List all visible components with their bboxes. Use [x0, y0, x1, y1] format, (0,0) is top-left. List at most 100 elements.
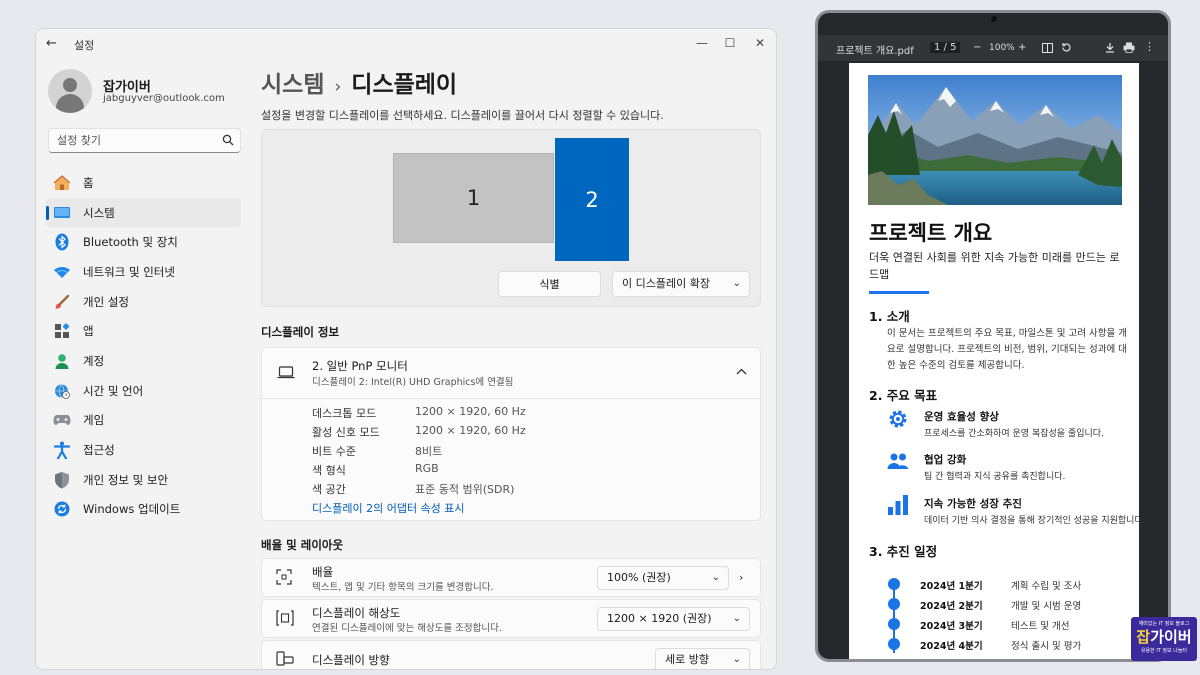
avatar[interactable] — [48, 69, 92, 113]
scale-description: 텍스트, 앱 및 기타 항목의 크기를 변경합니다. — [312, 582, 494, 593]
monitor-name: 2. 일반 PnP 모니터 — [312, 359, 408, 373]
chevron-down-icon: ⌄ — [711, 572, 720, 583]
logo-tagline-top: 재미있는 IT 정보 블로그 — [1138, 621, 1190, 627]
sidebar-item-system[interactable]: 시스템 — [46, 197, 241, 228]
camera-dot — [991, 16, 997, 22]
arrangement-description: 설정을 변경할 디스플레이를 선택하세요. 디스플레이를 끌어서 다시 정렬할 … — [261, 109, 664, 122]
sidebar-item-label: 게임 — [83, 413, 105, 428]
section-2-heading: 2. 주요 목표 — [869, 388, 938, 403]
sidebar-item-accessibility[interactable]: 접근성 — [46, 435, 241, 465]
scale-dropdown[interactable]: 100% (권장) ⌄ — [597, 566, 729, 590]
scale-row[interactable]: 배율 텍스트, 앱 및 기타 항목의 크기를 변경합니다. 100% (권장) … — [261, 558, 761, 597]
monitor-1-tile[interactable]: 1 — [393, 153, 554, 243]
sidebar-item-apps[interactable]: 앱 — [46, 316, 241, 346]
settings-window: ← 설정 — ☐ ✕ 잡가이버 jabguyver@outlook.com 홈 … — [35, 28, 777, 670]
resolution-icon — [276, 610, 294, 626]
mountain-lake-photo — [868, 75, 1122, 205]
zoom-out-button[interactable]: − — [973, 42, 981, 53]
orientation-row: 디스플레이 방향 세로 방향 ⌄ — [261, 640, 761, 669]
sidebar-item-label: 개인 설정 — [83, 294, 129, 309]
pdf-page: 프로젝트 개요 더욱 연결된 사회를 위한 지속 가능한 미래를 만드는 로드맵… — [849, 63, 1146, 659]
sidebar-item-home[interactable]: 홈 — [46, 168, 241, 198]
timeline-dot — [888, 598, 900, 610]
goal-description: 팀 간 협력과 지식 공유를 촉진합니다. — [924, 472, 1066, 482]
orientation-icon — [276, 651, 294, 666]
pdf-subtitle: 더욱 연결된 사회를 위한 지속 가능한 미래를 만드는 로드맵 — [869, 251, 1120, 281]
back-arrow-icon[interactable]: ← — [46, 36, 57, 51]
sidebar-item-label: 홈 — [83, 175, 94, 190]
monitor-connection: 디스플레이 2: Intel(R) UHD Graphics에 연결됨 — [312, 377, 514, 388]
zoom-in-button[interactable]: + — [1018, 42, 1026, 53]
dropdown-value: 100% (권장) — [607, 571, 671, 584]
sidebar-item-windows-update[interactable]: Windows 업데이트 — [46, 495, 241, 525]
prop-value: 1200 × 1920, 60 Hz — [415, 424, 526, 437]
sidebar-item-label: 시스템 — [83, 205, 115, 220]
scale-title: 배율 — [312, 565, 334, 579]
minimize-button[interactable]: — — [690, 33, 714, 53]
title-underline — [869, 291, 929, 294]
resolution-title: 디스플레이 해상도 — [312, 606, 401, 620]
logo-tagline-bottom: 유용한 IT 정보 나눔터 — [1140, 648, 1188, 654]
timeline-dot — [888, 618, 900, 630]
sidebar-item-privacy-security[interactable]: 개인 정보 및 보안 — [46, 465, 241, 495]
sidebar-item-time-language[interactable]: 시간 및 언어 — [46, 376, 241, 406]
chevron-right-icon[interactable]: › — [739, 571, 743, 584]
extend-display-dropdown[interactable]: 이 디스플레이 확장 ⌄ — [612, 271, 750, 297]
goal-title: 지속 가능한 성장 추진 — [924, 498, 1022, 510]
identify-button[interactable]: 식별 — [498, 271, 601, 297]
orientation-title: 디스플레이 방향 — [312, 653, 390, 667]
brush-icon — [52, 292, 72, 312]
dropdown-value: 이 디스플레이 확장 — [622, 277, 710, 290]
dropdown-value: 1200 × 1920 (권장) — [607, 612, 712, 625]
download-icon[interactable] — [1105, 42, 1115, 53]
window-title: 설정 — [74, 39, 95, 52]
sidebar-item-personalization[interactable]: 개인 설정 — [46, 287, 241, 317]
search-input[interactable] — [48, 128, 241, 153]
section-1-body: 이 문서는 프로젝트의 주요 목표, 마일스톤 및 고려 사항을 개요로 설명합… — [887, 328, 1127, 371]
divider — [262, 398, 760, 399]
breadcrumb-separator: › — [334, 77, 342, 97]
sidebar-item-bluetooth[interactable]: Bluetooth 및 장치 — [46, 227, 241, 257]
scale-layout-header: 배율 및 레이아웃 — [261, 538, 344, 552]
close-button[interactable]: ✕ — [748, 33, 772, 53]
apps-icon — [52, 321, 72, 341]
sidebar-item-label: 시간 및 언어 — [83, 383, 144, 398]
maximize-button[interactable]: ☐ — [718, 33, 742, 53]
title-bar: ← 설정 — ☐ ✕ — [36, 29, 776, 59]
account-icon — [52, 351, 72, 371]
monitor-2-tile[interactable]: 2 — [555, 138, 629, 261]
timeline-dot — [888, 638, 900, 650]
prop-label: 비트 수준 — [312, 445, 356, 458]
bar-chart-icon — [888, 495, 908, 515]
rotate-icon[interactable] — [1061, 42, 1072, 53]
page-indicator[interactable]: 1 / 5 — [930, 42, 961, 53]
timeline-description: 테스트 및 개선 — [1011, 621, 1070, 632]
chevron-up-icon[interactable] — [736, 368, 747, 375]
display-info-header: 디스플레이 정보 — [261, 325, 340, 339]
timeline-description: 계획 수립 및 조사 — [1011, 581, 1082, 592]
dropdown-value: 세로 방향 — [665, 653, 709, 666]
sidebar-item-gaming[interactable]: 게임 — [46, 406, 241, 436]
fit-page-icon[interactable] — [1042, 43, 1053, 53]
prop-label: 색 형식 — [312, 464, 346, 477]
resolution-dropdown[interactable]: 1200 × 1920 (권장) ⌄ — [597, 607, 750, 631]
scale-icon — [276, 569, 292, 585]
gear-icon — [889, 410, 907, 428]
page-title: 디스플레이 — [351, 72, 458, 98]
adapter-properties-link[interactable]: 디스플레이 2의 어댑터 속성 표시 — [312, 500, 465, 516]
prop-value: 표준 동적 범위(SDR) — [415, 483, 515, 496]
wifi-icon — [52, 262, 72, 282]
sidebar-item-label: Windows 업데이트 — [83, 502, 181, 517]
sidebar-item-network[interactable]: 네트워크 및 인터넷 — [46, 257, 241, 287]
orientation-dropdown[interactable]: 세로 방향 ⌄ — [655, 648, 750, 669]
breadcrumb-parent[interactable]: 시스템 — [261, 72, 324, 98]
timeline-quarter: 2024년 4분기 — [920, 641, 983, 652]
prop-label: 색 공간 — [312, 483, 346, 496]
display-arrangement-panel: 1 2 식별 이 디스플레이 확장 ⌄ — [261, 129, 761, 307]
sidebar-item-accounts[interactable]: 계정 — [46, 346, 241, 376]
logo-brand: 잡가이버 — [1131, 627, 1197, 647]
print-icon[interactable] — [1123, 42, 1135, 53]
user-email: jabguyver@outlook.com — [103, 93, 225, 104]
people-icon — [887, 453, 909, 469]
more-options-icon[interactable]: ⋮ — [1144, 40, 1155, 53]
